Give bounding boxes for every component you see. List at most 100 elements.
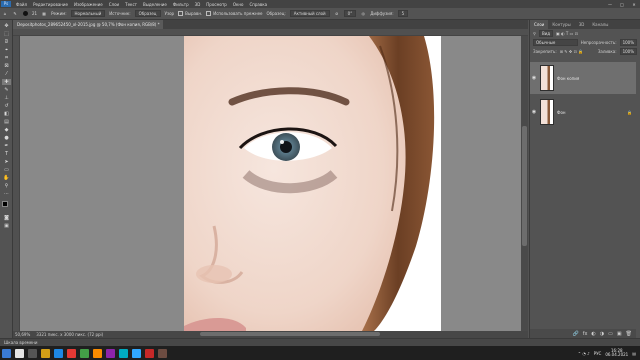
layer-name[interactable]: Фон: [557, 110, 566, 115]
app-icon[interactable]: [106, 348, 115, 358]
tab-3d[interactable]: 3D: [575, 20, 589, 29]
new-layer-icon[interactable]: ▣: [617, 331, 622, 337]
menu-file[interactable]: Файл: [13, 2, 30, 7]
brush-size-value[interactable]: 21: [32, 11, 37, 16]
healing-brush-tool-icon[interactable]: ✚: [2, 79, 11, 85]
search-icon[interactable]: [15, 348, 24, 358]
more-tools-icon[interactable]: ⋯: [2, 191, 11, 197]
marquee-tool-icon[interactable]: ⬚: [2, 31, 11, 37]
layer-row[interactable]: ◉ Фон 🔒: [530, 96, 636, 128]
vertical-ruler[interactable]: [13, 36, 20, 331]
app-icon[interactable]: [80, 348, 89, 358]
menu-layers[interactable]: Слои: [106, 2, 122, 7]
angle-input[interactable]: 0°: [343, 10, 357, 17]
clock[interactable]: 16:28 06.04.2021: [605, 349, 628, 357]
document-tab[interactable]: Depositphotos_289652450_xl-2015.jpg @ 50…: [13, 20, 163, 29]
eraser-tool-icon[interactable]: ◧: [2, 111, 11, 117]
lasso-tool-icon[interactable]: ᘐ: [2, 39, 11, 45]
task-view-icon[interactable]: [28, 348, 37, 358]
canvas-area[interactable]: [20, 36, 521, 331]
horizontal-ruler[interactable]: [13, 29, 528, 36]
eyedropper-tool-icon[interactable]: ⁄: [2, 71, 11, 77]
minimize-button[interactable]: —: [604, 2, 616, 7]
notifications-icon[interactable]: ▤: [632, 351, 636, 356]
frame-tool-icon[interactable]: ⊠: [2, 63, 11, 69]
menu-window[interactable]: Окно: [230, 2, 247, 7]
diffusion-input[interactable]: 5: [397, 10, 409, 17]
pen-tool-icon[interactable]: ✒: [2, 143, 11, 149]
edge-icon[interactable]: [54, 348, 63, 358]
crop-tool-icon[interactable]: ⌗: [2, 55, 11, 61]
color-swatches-icon[interactable]: [2, 201, 11, 211]
use-legacy-checkbox[interactable]: Использовать прежнее: [206, 11, 263, 17]
app-icon[interactable]: [93, 348, 102, 358]
document-size[interactable]: 3321 пикс. х 3000 пикс. (72 ppi): [36, 332, 103, 337]
menu-3d[interactable]: 3D: [192, 2, 204, 7]
rectangle-tool-icon[interactable]: ▭: [2, 167, 11, 173]
menu-select[interactable]: Выделение: [140, 2, 170, 7]
gradient-tool-icon[interactable]: ▤: [2, 119, 11, 125]
menu-filter[interactable]: Фильтр: [170, 2, 192, 7]
sampled-button[interactable]: Образец: [134, 10, 161, 17]
menu-help[interactable]: Справка: [246, 2, 270, 7]
quick-select-tool-icon[interactable]: ⌖: [2, 47, 11, 53]
menu-view[interactable]: Просмотр: [203, 2, 230, 7]
blur-tool-icon[interactable]: ◆: [2, 127, 11, 133]
fill-input[interactable]: 100%: [619, 48, 637, 55]
app-icon[interactable]: [158, 348, 167, 358]
filter-type-icons[interactable]: ▣ ◐ T ▭ ⊡: [556, 31, 578, 36]
vertical-scroll-thumb[interactable]: [522, 126, 527, 246]
maximize-button[interactable]: □: [616, 2, 628, 7]
sample-select[interactable]: Активный слой: [289, 10, 330, 17]
healing-brush-preset-icon[interactable]: ✎: [11, 10, 19, 18]
layer-filter-select[interactable]: Вид: [538, 30, 554, 37]
language-indicator[interactable]: РУС: [594, 351, 602, 356]
blend-mode-select[interactable]: Обычные: [533, 39, 578, 46]
mode-select[interactable]: Нормальный: [70, 10, 106, 17]
photoshop-logo-icon[interactable]: Ps: [1, 1, 11, 7]
move-tool-icon[interactable]: ✥: [2, 23, 11, 29]
hand-tool-icon[interactable]: ✋: [2, 175, 11, 181]
aligned-checkbox[interactable]: Выравн.: [178, 11, 202, 17]
delete-layer-icon[interactable]: 🗑: [626, 331, 632, 337]
close-button[interactable]: ✕: [628, 2, 640, 7]
layer-style-icon[interactable]: fx: [583, 331, 588, 337]
portrait-photo[interactable]: [184, 36, 441, 331]
history-brush-tool-icon[interactable]: ↺: [2, 103, 11, 109]
brush-tool-icon[interactable]: ✎: [2, 87, 11, 93]
visibility-eye-icon[interactable]: ◉: [530, 75, 538, 81]
aligned-check-box-icon[interactable]: [178, 11, 184, 17]
tab-layers[interactable]: Слои: [530, 20, 549, 29]
zoom-tool-icon[interactable]: ⚲: [2, 183, 11, 189]
start-icon[interactable]: [2, 348, 11, 358]
photoshop-taskbar-icon[interactable]: [132, 348, 141, 358]
layer-row[interactable]: ◉ Фон копия: [530, 62, 636, 94]
pressure-icon[interactable]: ◎: [359, 10, 367, 18]
foreground-color-swatch[interactable]: [2, 201, 8, 207]
lock-icons[interactable]: ⊞ ✎ ✥ ⊡ 🔒: [560, 49, 583, 54]
ignore-adjustment-icon[interactable]: ⊘: [333, 10, 341, 18]
pattern-button[interactable]: Узор: [165, 11, 175, 16]
app-icon[interactable]: [145, 348, 154, 358]
screen-mode-icon[interactable]: ▣: [2, 223, 11, 229]
layer-name[interactable]: Фон копия: [557, 76, 579, 81]
zoom-level[interactable]: 50,69%: [15, 332, 30, 337]
add-mask-icon[interactable]: ◐: [591, 331, 595, 337]
app-icon[interactable]: [119, 348, 128, 358]
path-select-tool-icon[interactable]: ➤: [2, 159, 11, 165]
adjustment-layer-icon[interactable]: ◑: [600, 331, 604, 337]
type-tool-icon[interactable]: T: [2, 151, 11, 157]
brush-settings-icon[interactable]: ▦: [40, 10, 48, 18]
quick-mask-icon[interactable]: ◙: [2, 215, 11, 221]
menu-image[interactable]: Изображение: [71, 2, 106, 7]
clone-stamp-tool-icon[interactable]: ⊥: [2, 95, 11, 101]
new-group-icon[interactable]: ▭: [608, 331, 613, 337]
tab-paths[interactable]: Контуры: [548, 20, 574, 29]
home-icon[interactable]: ⌂: [1, 10, 9, 18]
timeline-label[interactable]: Шкала времени: [4, 340, 37, 345]
vertical-scrollbar[interactable]: [521, 36, 528, 331]
opacity-input[interactable]: 100%: [619, 39, 637, 46]
horizontal-scroll-thumb[interactable]: [200, 332, 380, 336]
dodge-tool-icon[interactable]: ●: [2, 135, 11, 141]
tray-icons[interactable]: ⌃ ◔ ♪: [578, 351, 590, 356]
